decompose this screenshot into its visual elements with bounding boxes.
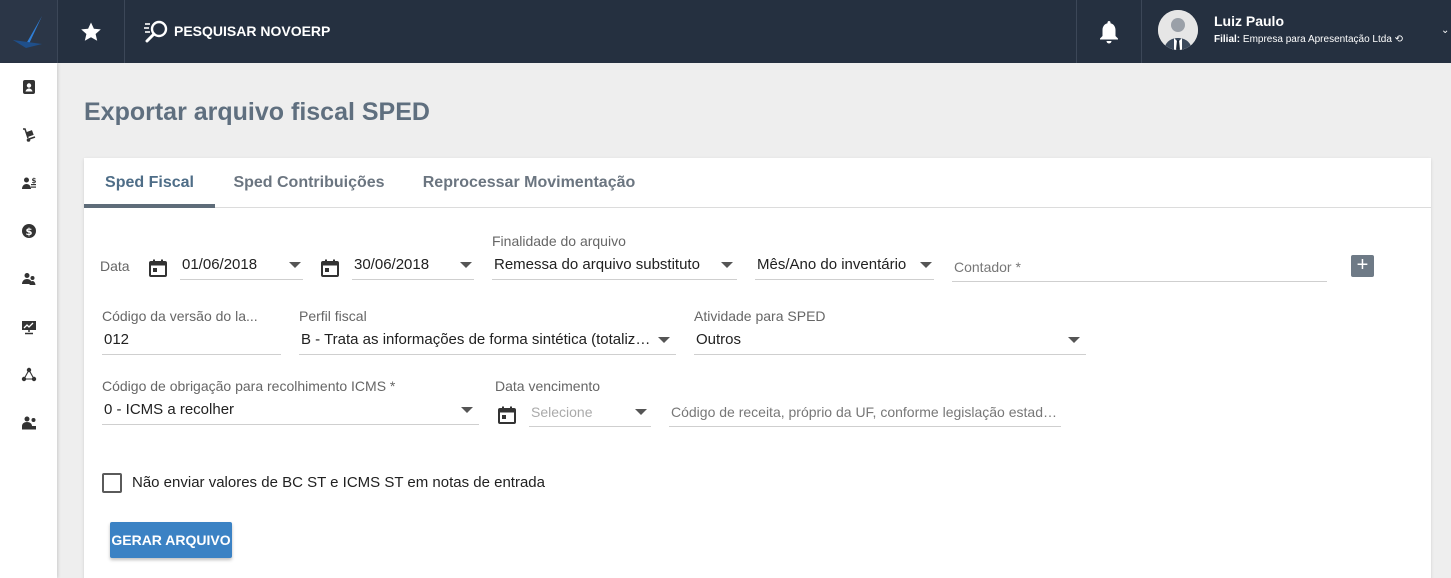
gerar-arquivo-button[interactable]: GERAR ARQUIVO xyxy=(110,522,232,558)
active-tab-indicator xyxy=(84,204,215,208)
sidebar-item-people[interactable] xyxy=(14,264,44,294)
perfil-select[interactable]: B - Trata as informações de forma sintét… xyxy=(299,325,676,355)
sidebar-item-reports[interactable] xyxy=(14,312,44,342)
notifications-button[interactable] xyxy=(1077,0,1141,63)
page-title: Exportar arquivo fiscal SPED xyxy=(84,98,430,126)
chevron-down-icon[interactable]: ⌄ xyxy=(1441,25,1449,36)
bell-icon xyxy=(1100,20,1118,43)
sidebar-item-logistics[interactable] xyxy=(14,120,44,150)
codigo-versao-label: Código da versão do la... xyxy=(102,308,258,324)
sidebar-item-financial[interactable]: $ xyxy=(14,216,44,246)
filial-name: Empresa para Apresentação Ltda xyxy=(1242,34,1392,45)
chevron-down-icon xyxy=(635,408,647,415)
atividade-select[interactable]: Outros xyxy=(694,325,1086,355)
contador-label: Contador * xyxy=(954,258,1021,275)
tab-sped-fiscal[interactable]: Sped Fiscal xyxy=(84,158,215,207)
perfil-label: Perfil fiscal xyxy=(299,308,367,324)
obrigacao-value: 0 - ICMS a recolher xyxy=(104,401,235,418)
search-button[interactable]: PESQUISAR NOVOERP xyxy=(144,18,330,44)
svg-text:$: $ xyxy=(26,227,33,238)
main-card: Sped Fiscal Sped Contribuições Reprocess… xyxy=(84,158,1431,578)
sidebar-item-integration[interactable] xyxy=(14,360,44,390)
sidebar: $ $ xyxy=(0,63,57,578)
sidebar-item-support[interactable] xyxy=(14,408,44,438)
date-end-value: 30/06/2018 xyxy=(354,256,430,273)
codigo-versao-value: 012 xyxy=(104,331,130,348)
codigo-receita-field[interactable]: Código de receita, próprio da UF, confor… xyxy=(669,397,1061,427)
person-money-icon: $ xyxy=(22,177,37,189)
obrigacao-select[interactable]: 0 - ICMS a recolher xyxy=(102,395,479,425)
finalidade-value: Remessa do arquivo substituto xyxy=(494,256,700,273)
search-label: PESQUISAR NOVOERP xyxy=(174,23,331,39)
dollar-icon: $ xyxy=(22,224,36,238)
svg-text:$: $ xyxy=(32,177,37,185)
sidebar-item-contacts[interactable] xyxy=(14,72,44,102)
contacts-icon xyxy=(23,80,35,94)
star-icon xyxy=(81,22,101,41)
user-filial[interactable]: Filial: Empresa para Apresentação Ltda ⟲ xyxy=(1214,34,1403,45)
contador-field[interactable]: Contador * xyxy=(952,252,1327,282)
favorites-button[interactable] xyxy=(58,0,124,63)
logo[interactable] xyxy=(0,0,57,63)
obrigacao-label: Código de obrigação para recolhimento IC… xyxy=(102,378,396,394)
sidebar-item-finance-people[interactable]: $ xyxy=(14,168,44,198)
atividade-label: Atividade para SPED xyxy=(694,308,826,324)
calendar-icon[interactable] xyxy=(497,405,517,425)
data-label: Data xyxy=(100,258,130,274)
inventario-label: Mês/Ano do inventário xyxy=(757,256,907,273)
checkmark-logo-icon xyxy=(13,16,42,48)
date-start-value: 01/06/2018 xyxy=(182,256,258,273)
checkbox-label: Não enviar valores de BC ST e ICMS ST em… xyxy=(132,474,545,491)
user-avatar-icon xyxy=(1158,10,1198,50)
hand-truck-icon xyxy=(23,128,36,142)
vencimento-select[interactable]: Selecione xyxy=(529,397,651,427)
filial-prefix: Filial: xyxy=(1214,34,1241,45)
divider xyxy=(1141,0,1142,63)
share-icon xyxy=(21,367,37,382)
vencimento-label: Data vencimento xyxy=(495,378,601,394)
divider xyxy=(124,0,125,63)
atividade-value: Outros xyxy=(696,331,742,348)
user-name[interactable]: Luiz Paulo xyxy=(1214,13,1284,29)
tab-reprocessar-movimentacao[interactable]: Reprocessar Movimentação xyxy=(414,158,644,207)
nao-enviar-bc-st-checkbox[interactable] xyxy=(102,473,122,493)
calendar-icon[interactable] xyxy=(148,258,168,278)
finalidade-select[interactable]: Remessa do arquivo substituto xyxy=(492,250,737,280)
chevron-down-icon xyxy=(461,406,473,413)
inventario-select[interactable]: Mês/Ano do inventário xyxy=(755,250,934,280)
top-bar: PESQUISAR NOVOERP Luiz Paulo Filial: Emp… xyxy=(0,0,1451,63)
date-end-select[interactable]: 30/06/2018 xyxy=(352,250,474,280)
people-icon xyxy=(22,273,36,285)
chevron-down-icon xyxy=(721,261,733,268)
tab-sped-contribuicoes[interactable]: Sped Contribuições xyxy=(224,158,394,207)
chevron-down-icon xyxy=(1068,336,1080,343)
add-contador-button[interactable]: + xyxy=(1351,255,1374,277)
refresh-icon: ⟲ xyxy=(1394,34,1404,45)
avatar[interactable] xyxy=(1158,10,1198,50)
chevron-down-icon xyxy=(920,261,932,268)
calendar-icon[interactable] xyxy=(320,258,340,278)
chevron-down-icon xyxy=(460,261,472,268)
date-start-select[interactable]: 01/06/2018 xyxy=(180,250,303,280)
chevron-down-icon xyxy=(658,336,670,343)
codigo-versao-field[interactable]: 012 xyxy=(102,325,281,355)
support-icon xyxy=(22,416,36,430)
search-icon xyxy=(144,20,168,43)
presentation-icon xyxy=(22,321,36,335)
chevron-down-icon xyxy=(289,261,301,268)
tab-bar: Sped Fiscal Sped Contribuições Reprocess… xyxy=(84,158,1431,208)
vencimento-placeholder: Selecione xyxy=(531,403,593,420)
receita-placeholder: Código de receita, próprio da UF, confor… xyxy=(671,403,1061,420)
finalidade-label: Finalidade do arquivo xyxy=(492,233,626,249)
perfil-value: B - Trata as informações de forma sintét… xyxy=(301,331,652,348)
